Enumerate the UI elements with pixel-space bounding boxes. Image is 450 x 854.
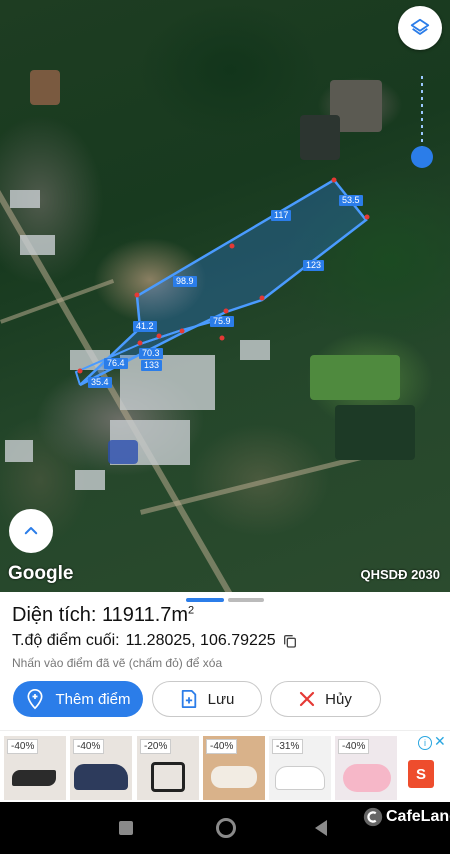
discount-badge: -40% [206,739,238,754]
product-image [211,766,257,788]
segment-length-label: 70.3 [139,348,163,359]
segment-length-label: 76.4 [104,358,128,369]
segment-length-label: 53.5 [339,195,363,206]
vertex-marker [219,335,225,341]
ad-product-card[interactable]: -20% [137,736,199,800]
close-icon [300,691,315,707]
segment-length-label: 35.4 [88,377,112,388]
measurement-panel: Diện tích: 11911.7m2 T.độ điểm cuối: 11.… [0,592,450,730]
planning-year-tag: QHSDĐ 2030 [360,567,440,582]
coord-label: T.độ điểm cuối: [12,632,120,649]
layers-button[interactable] [398,6,442,50]
cafeland-logo-icon [363,807,383,827]
add-point-button[interactable]: Thêm điểm [13,681,143,717]
ad-info-icon[interactable]: i [418,736,432,750]
product-image [151,762,185,792]
ad-product-card[interactable]: -31% [269,736,331,800]
add-location-icon [27,688,43,710]
segment-length-label: 133 [141,360,163,371]
parcel-polygon [74,177,370,387]
ad-product-card[interactable]: -40% [4,736,66,800]
ad-product-card[interactable]: -40% [203,736,265,800]
area-value: 11911.7m [102,604,189,626]
area-unit-superscript: 2 [188,604,195,617]
vertex-marker [179,328,185,334]
vertex-marker [229,243,235,249]
vertex-marker [134,292,140,298]
layers-icon [410,18,430,35]
endpoint-coordinates: T.độ điểm cuối: 11.28025, 106.79225 [12,632,298,650]
vertex-marker [331,177,337,183]
cancel-label: Hủy [325,690,352,708]
product-image [74,764,128,790]
vertex-marker [223,308,229,314]
vertex-marker [156,333,162,339]
segment-length-label: 41.2 [133,321,157,332]
vertex-marker [77,368,83,374]
watermark-text: CafeLand [386,808,450,825]
area-readout: Diện tích: 11911.7m2 [12,604,194,627]
shopee-logo[interactable]: S [408,760,434,788]
expand-button[interactable] [9,509,53,553]
product-image [275,766,325,790]
satellite-map[interactable]: 117 53.5 123 98.9 41.2 75.9 70.3 76.4 13… [0,0,450,592]
add-file-icon [181,690,196,708]
segment-length-label: 75.9 [210,316,234,327]
sheet-handle[interactable] [186,598,224,602]
segment-length-label: 123 [303,260,325,271]
ad-product-card[interactable]: -40% [335,736,397,800]
zoom-slider-handle[interactable] [411,146,433,168]
app-screen: 117 53.5 123 98.9 41.2 75.9 70.3 76.4 13… [0,0,450,854]
save-label: Lưu [207,690,235,708]
discount-badge: -40% [7,739,39,754]
segment-length-label: 98.9 [173,276,197,287]
ad-banner[interactable]: -40% -40% -20% -40% -31% -40% [0,730,450,802]
segment-length-label: 117 [271,210,292,221]
google-logo: Google [8,563,74,584]
cancel-button[interactable]: Hủy [270,681,381,717]
discount-badge: -31% [272,739,304,754]
vertex-marker [364,214,370,220]
recents-button[interactable] [119,821,133,835]
cafeland-watermark: CafeLand [362,806,450,828]
ad-product-card[interactable]: -40% [70,736,132,800]
delete-hint: Nhấn vào điểm đã vẽ (chấm đỏ) để xóa [12,656,223,670]
save-button[interactable]: Lưu [152,681,262,717]
vertex-marker [137,340,143,346]
product-image [343,764,391,792]
vertex-marker [259,295,265,301]
add-point-label: Thêm điểm [55,690,131,708]
ad-close-icon[interactable]: ✕ [434,733,446,750]
back-icon[interactable] [313,819,329,837]
discount-badge: -40% [73,739,105,754]
home-button[interactable] [216,818,236,838]
discount-badge: -40% [338,739,370,754]
area-label: Diện tích: [12,604,97,626]
coord-value: 11.28025, 106.79225 [125,632,276,649]
chevron-up-icon [24,527,38,535]
sheet-handle [228,598,264,602]
product-image [12,770,56,786]
discount-badge: -20% [140,739,172,754]
zoom-track [421,76,423,156]
copy-icon[interactable] [282,633,298,649]
